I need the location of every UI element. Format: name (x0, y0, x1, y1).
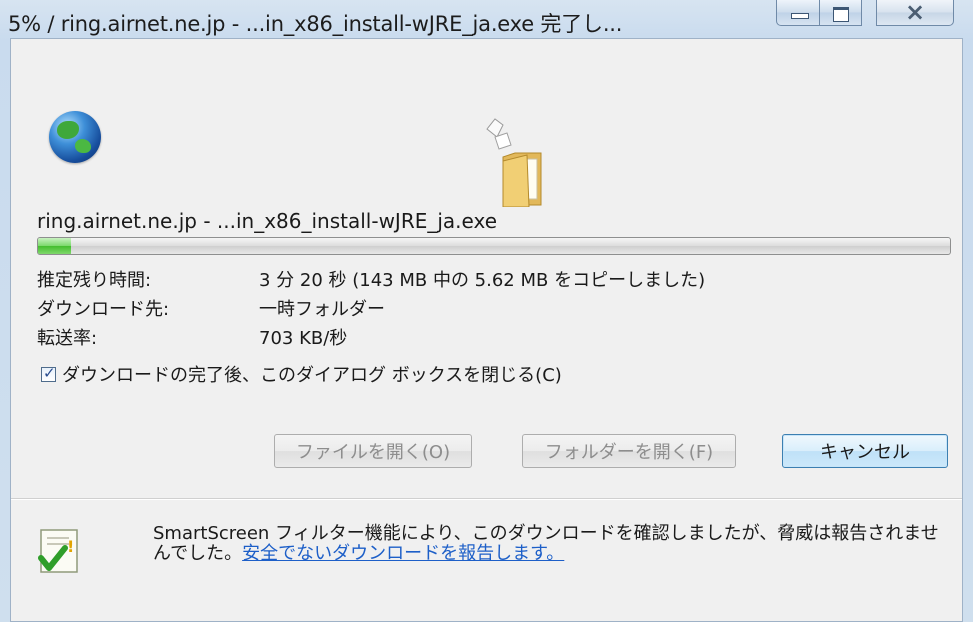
globe-icon (49, 111, 101, 163)
close-button[interactable]: × (876, 0, 954, 26)
transfer-rate-value: 703 KB/秒 (259, 328, 348, 349)
folder-transfer-icon (486, 118, 542, 207)
destination-value: 一時フォルダー (259, 299, 385, 320)
destination-label: ダウンロード先: (37, 299, 170, 320)
maximize-icon (833, 7, 849, 22)
cancel-button[interactable]: キャンセル (782, 434, 948, 468)
close-on-complete-option[interactable]: ダウンロードの完了後、このダイアログ ボックスを閉じる(C) (41, 361, 562, 387)
close-on-complete-checkbox[interactable] (41, 364, 56, 382)
download-progress-bar (37, 237, 951, 255)
open-folder-button[interactable]: フォルダーを開く(F) (522, 434, 736, 468)
download-filename: ring.airnet.ne.jp - ...in_x86_install-wJ… (37, 209, 497, 233)
section-divider (11, 498, 962, 500)
caption-buttons: × (776, 0, 973, 32)
minimize-button[interactable] (776, 0, 820, 26)
remaining-time-label: 推定残り時間: (37, 270, 152, 291)
download-window: 5% / ring.airnet.ne.jp - ...in_x86_insta… (0, 0, 973, 622)
minimize-icon (791, 13, 809, 19)
close-on-complete-label[interactable]: ダウンロードの完了後、このダイアログ ボックスを閉じる(C) (62, 361, 562, 387)
open-file-button[interactable]: ファイルを開く(O) (274, 434, 472, 468)
info-row-remaining: 推定残り時間: 3 分 20 秒 (143 MB 中の 5.62 MB をコピーし… (37, 266, 705, 292)
info-row-destination: ダウンロード先: 一時フォルダー (37, 295, 385, 321)
maximize-button[interactable] (820, 0, 862, 26)
transfer-rate-label: 転送率: (37, 328, 98, 349)
dialog-body: ring.airnet.ne.jp - ...in_x86_install-wJ… (10, 38, 963, 622)
smartscreen-check-icon: ! (38, 529, 78, 573)
report-unsafe-download-link[interactable]: 安全でないダウンロードを報告します。 (242, 543, 564, 564)
svg-text:!: ! (67, 537, 74, 556)
close-icon: × (904, 0, 926, 26)
smartscreen-message: SmartScreen フィルター機能により、このダウンロードを確認しましたが、… (153, 524, 953, 564)
remaining-time-value: 3 分 20 秒 (143 MB 中の 5.62 MB をコピーしました) (259, 270, 706, 291)
download-progress-fill (38, 238, 71, 254)
window-title: 5% / ring.airnet.ne.jp - ...in_x86_insta… (8, 12, 623, 36)
info-row-rate: 転送率: 703 KB/秒 (37, 324, 347, 350)
title-bar[interactable]: 5% / ring.airnet.ne.jp - ...in_x86_insta… (0, 0, 973, 38)
